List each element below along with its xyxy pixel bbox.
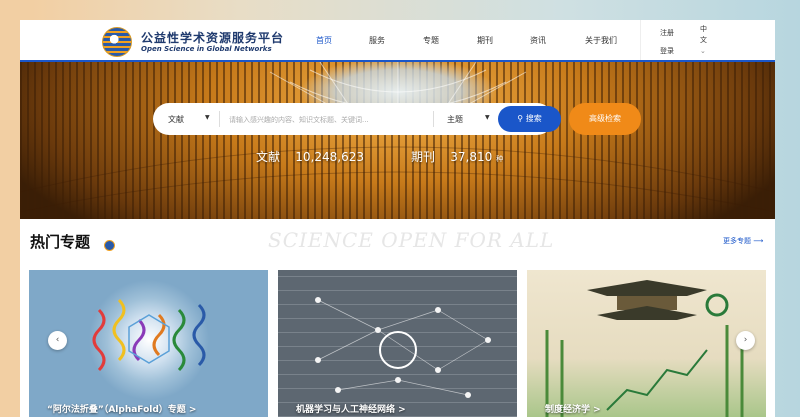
- hero-banner: 文献 ▼ 主题 ▼ ⚲ 搜索 高级检索 文献 10,248,623 期刊 37,…: [20, 62, 775, 219]
- advanced-search-button[interactable]: 高级检索: [569, 103, 641, 135]
- search-divider: [433, 111, 434, 127]
- section-slogan: SCIENCE OPEN FOR ALL: [268, 228, 555, 252]
- brand-name[interactable]: 公益性学术资源服务平台: [141, 29, 284, 46]
- nav-item-home[interactable]: 首页: [316, 35, 332, 46]
- topic-card[interactable]: 机器学习与人工神经网络 >: [278, 270, 517, 417]
- nav-item-news[interactable]: 资讯: [530, 35, 546, 46]
- stat-value: 37,810: [450, 150, 493, 164]
- stat-journals: 期刊 37,810 种: [411, 148, 503, 165]
- topic-card-title: 机器学习与人工神经网络 >: [296, 405, 406, 415]
- nav-item-topics[interactable]: 专题: [423, 35, 439, 46]
- section-title: 热门专题: [30, 233, 91, 251]
- chevron-down-icon[interactable]: ⌄: [700, 47, 706, 55]
- search-icon: ⚲: [517, 114, 524, 123]
- caret-down-icon[interactable]: ▼: [205, 114, 210, 121]
- economics-illustration-image: [545, 280, 744, 417]
- stat-label: 期刊: [411, 150, 436, 164]
- header-divider: [640, 20, 641, 60]
- nav-item-journals[interactable]: 期刊: [477, 35, 493, 46]
- login-link[interactable]: 登录: [660, 46, 674, 56]
- search-divider: [219, 111, 220, 127]
- header: 公益性学术资源服务平台 Open Science in Global Netwo…: [20, 20, 775, 60]
- topic-card-title: 制度经济学 >: [545, 405, 601, 415]
- search-button[interactable]: ⚲ 搜索: [498, 106, 561, 132]
- topic-card[interactable]: 制度经济学 >: [527, 270, 766, 417]
- caret-down-icon[interactable]: ▼: [485, 114, 490, 121]
- search-type-select[interactable]: 文献: [168, 114, 184, 125]
- chevron-right-icon: ›: [743, 335, 748, 345]
- search-field-select[interactable]: 主题: [447, 114, 463, 125]
- page-frame: 公益性学术资源服务平台 Open Science in Global Netwo…: [20, 20, 775, 417]
- section-badge-icon: [104, 240, 115, 251]
- search-bar: 文献 ▼ 主题 ▼ ⚲ 搜索: [153, 103, 561, 135]
- more-topics-link[interactable]: 更多专题 ⟶: [723, 236, 763, 246]
- carousel-next-button[interactable]: ›: [736, 331, 755, 350]
- neural-network-image: [315, 297, 491, 398]
- chevron-left-icon: ‹: [55, 335, 60, 345]
- language-select[interactable]: 中文: [700, 24, 710, 46]
- nav-item-about[interactable]: 关于我们: [585, 35, 617, 46]
- brand-subtitle: Open Science in Global Networks: [141, 45, 272, 53]
- stat-unit: 种: [496, 155, 504, 163]
- stat-documents: 文献 10,248,623: [256, 148, 364, 165]
- register-link[interactable]: 注册: [660, 28, 674, 38]
- stat-value: 10,248,623: [295, 150, 364, 164]
- nav-item-services[interactable]: 服务: [369, 35, 385, 46]
- logo-icon[interactable]: [102, 27, 132, 57]
- topic-card-title: “阿尔法折叠”（AlphaFold）专题 >: [47, 405, 197, 415]
- dome-skylight-graphic: [20, 62, 775, 213]
- search-button-label: 搜索: [525, 114, 542, 123]
- carousel-prev-button[interactable]: ‹: [48, 331, 67, 350]
- search-input[interactable]: [227, 111, 426, 129]
- stat-label: 文献: [256, 150, 281, 164]
